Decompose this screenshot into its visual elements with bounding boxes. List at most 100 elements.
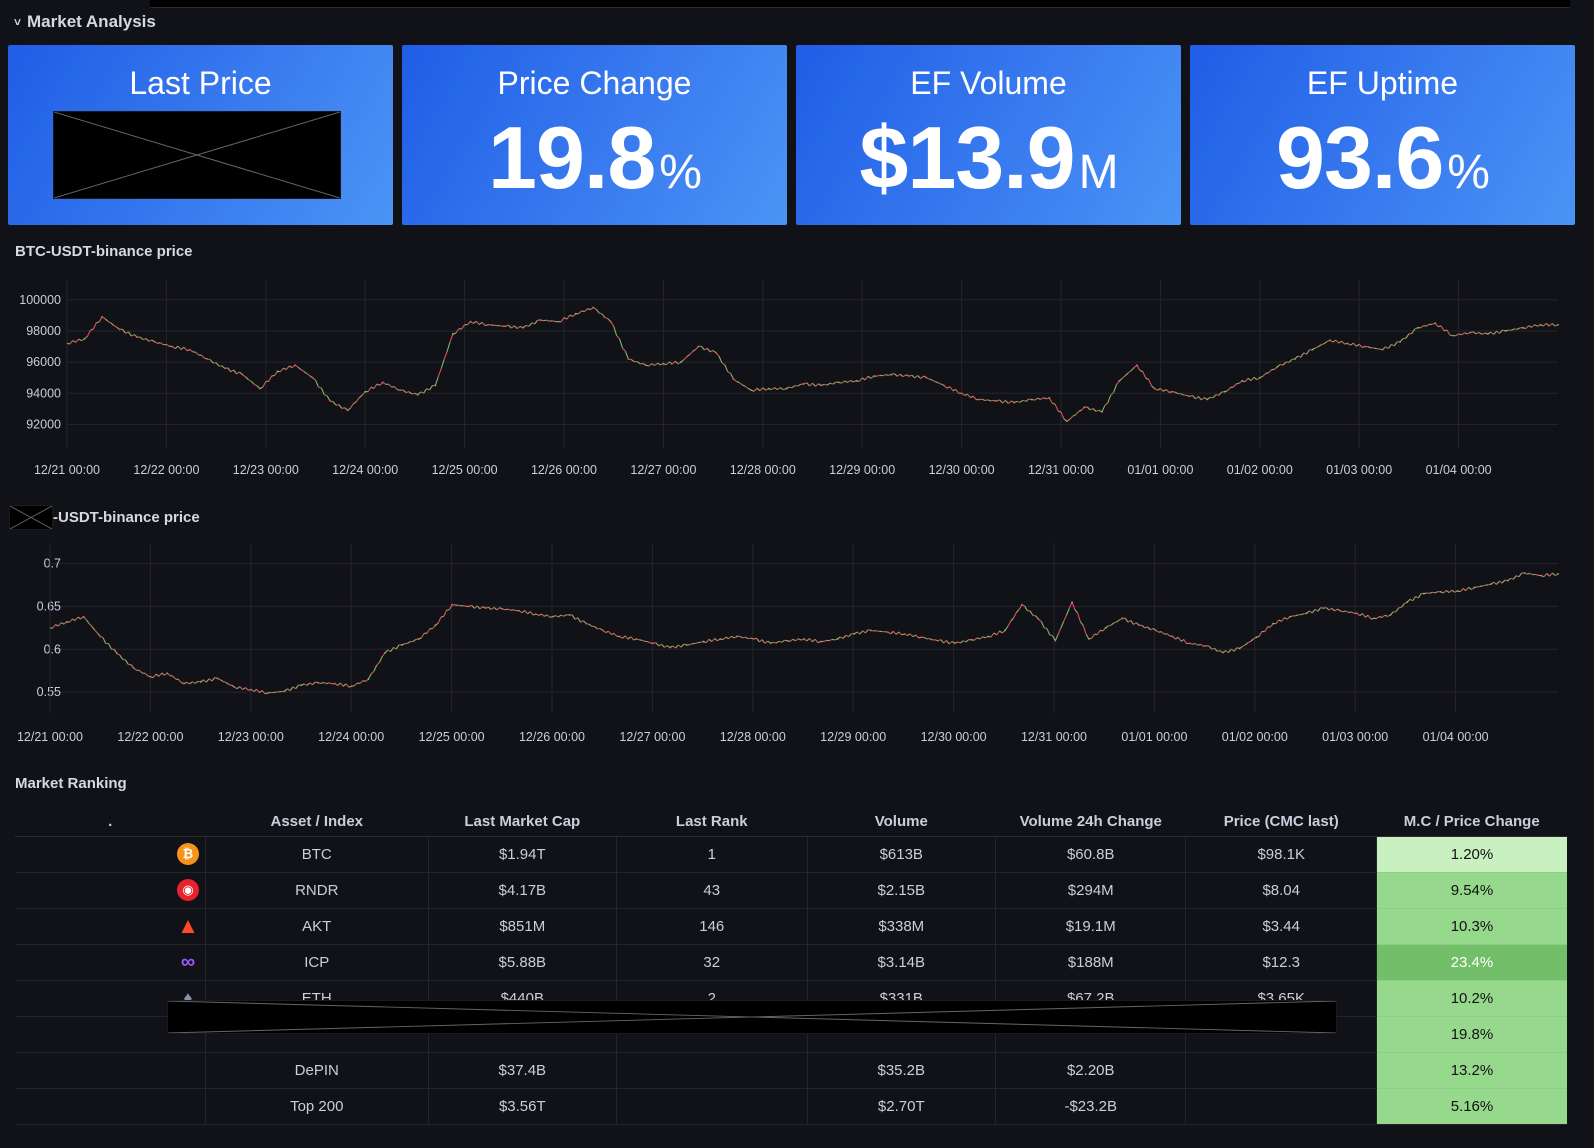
bitcoin-icon: ₿ (176, 843, 199, 865)
column-header[interactable]: M.C / Price Change (1376, 808, 1567, 837)
price-segment (367, 673, 372, 680)
price-segment (1432, 591, 1436, 594)
price-segment (848, 633, 852, 638)
price-segment (1391, 343, 1395, 347)
price-segment (426, 628, 431, 634)
x-tick-label: 12/28 00:00 (730, 463, 796, 477)
price-segment (335, 404, 339, 406)
price-segment (113, 324, 117, 328)
price-segment (1127, 619, 1132, 623)
asset-cell: DePIN (205, 1052, 429, 1089)
price-segment (1264, 626, 1269, 632)
price-point (1557, 323, 1559, 326)
price-segment (943, 385, 948, 389)
price-segment (594, 625, 598, 630)
price-segment (435, 622, 439, 626)
price-segment (588, 623, 593, 627)
price-segment (1048, 397, 1053, 404)
price-segment (131, 333, 135, 337)
asset-cell: AKT (205, 908, 429, 945)
price-segment (233, 369, 238, 375)
price-segment (940, 639, 945, 644)
price-segment (945, 640, 950, 645)
price-segment (1323, 341, 1328, 345)
price-segment (250, 380, 255, 385)
table-row[interactable]: Top 200 $3.56T $2.70T -$23.2B 5.16% (15, 1088, 1567, 1125)
x-tick-label: 12/28 00:00 (720, 730, 786, 744)
price-segment (964, 393, 968, 396)
price-segment (382, 381, 386, 385)
stat-ef-volume[interactable]: EF Volume $13.9M (796, 45, 1181, 225)
stat-price-change[interactable]: Price Change 19.8% (402, 45, 787, 225)
price-segment (1339, 610, 1344, 613)
price-segment (1540, 324, 1544, 327)
table-row[interactable]: DePIN $37.4B $35.2B $2.20B 13.2% (15, 1052, 1567, 1089)
price-segment (990, 632, 995, 638)
table-row[interactable]: ◉ RNDR $4.17B 43 $2.15B $294M $8.04 9.54% (15, 872, 1567, 909)
price-segment (1049, 634, 1053, 637)
price-segment (1535, 573, 1539, 576)
column-header[interactable]: Asset / Index (205, 808, 429, 837)
price-segment (1180, 639, 1185, 642)
price-segment (347, 407, 351, 411)
price-segment (1124, 372, 1129, 377)
price-segment (949, 386, 954, 392)
x-tick-label: 12/30 00:00 (929, 463, 995, 477)
stat-last-price[interactable]: Last Price (8, 45, 393, 225)
price-segment (929, 378, 933, 381)
price-segment (1501, 579, 1506, 584)
price-segment (795, 638, 799, 642)
price-segment (1493, 581, 1497, 585)
price-segment (273, 691, 277, 694)
price-segment (1015, 609, 1020, 614)
row-market-analysis-toggle[interactable]: ˅ Market Analysis (14, 10, 156, 34)
price-segment (124, 659, 129, 665)
price-segment (1328, 607, 1333, 611)
x-tick-label: 12/25 00:00 (419, 730, 485, 744)
table-row[interactable]: ▲ AKT $851M 146 $338M $19.1M $3.44 10.3% (15, 908, 1567, 945)
price-segment (853, 631, 858, 635)
price-segment (1426, 323, 1430, 327)
broken-image-placeholder (53, 111, 341, 199)
column-header[interactable]: Price (CMC last) (1185, 808, 1377, 837)
price-segment (1099, 629, 1103, 632)
price-segment (139, 336, 144, 341)
price-segment (1088, 637, 1092, 640)
price-segment (1054, 404, 1059, 412)
price-change-cell: 23.4% (1376, 944, 1567, 981)
btc-price-chart[interactable]: 100000 98000 96000 94000 92000 12/21 00:00 12/… (0, 280, 1594, 490)
price-segment (700, 345, 705, 351)
price-segment (605, 630, 609, 634)
price-segment (217, 677, 221, 681)
price-segment (1472, 331, 1477, 335)
price-segment (244, 376, 249, 380)
price-segment (1546, 573, 1551, 577)
table-row[interactable]: ∞ ICP $5.88B 32 $3.14B $188M $12.3 23.4% (15, 944, 1567, 981)
column-header[interactable]: Volume 24h Change (995, 808, 1186, 837)
price-segment (728, 635, 732, 640)
price-segment (1510, 577, 1514, 580)
price-segment (102, 637, 107, 644)
price-segment (1487, 331, 1492, 335)
price-segment (694, 642, 699, 644)
broken-token-image (9, 505, 53, 530)
price-segment (239, 686, 244, 690)
price-segment (370, 670, 375, 675)
price-segment (518, 610, 523, 614)
price-segment (1448, 589, 1453, 593)
price-segment (306, 373, 310, 377)
token-price-chart[interactable]: 0.7 0.65 0.6 0.55 12/21 00:00 12/22 00:00 12/2… (0, 543, 1594, 755)
stat-ef-uptime[interactable]: EF Uptime 93.6% (1190, 45, 1575, 225)
price-segment (412, 639, 417, 642)
table-row[interactable]: ₿ BTC $1.94T 1 $613B $60.8B $98.1K 1.20% (15, 836, 1567, 873)
column-header[interactable]: Volume (807, 808, 996, 837)
price-segment (1294, 355, 1299, 360)
price-segment (1499, 580, 1503, 584)
column-header[interactable]: . (15, 808, 206, 837)
price-segment (546, 319, 550, 322)
price-point (1557, 572, 1559, 575)
column-header[interactable]: Last Market Cap (428, 808, 617, 837)
column-header[interactable]: Last Rank (616, 808, 808, 837)
price-segment (481, 321, 486, 326)
price-segment (1312, 347, 1316, 351)
